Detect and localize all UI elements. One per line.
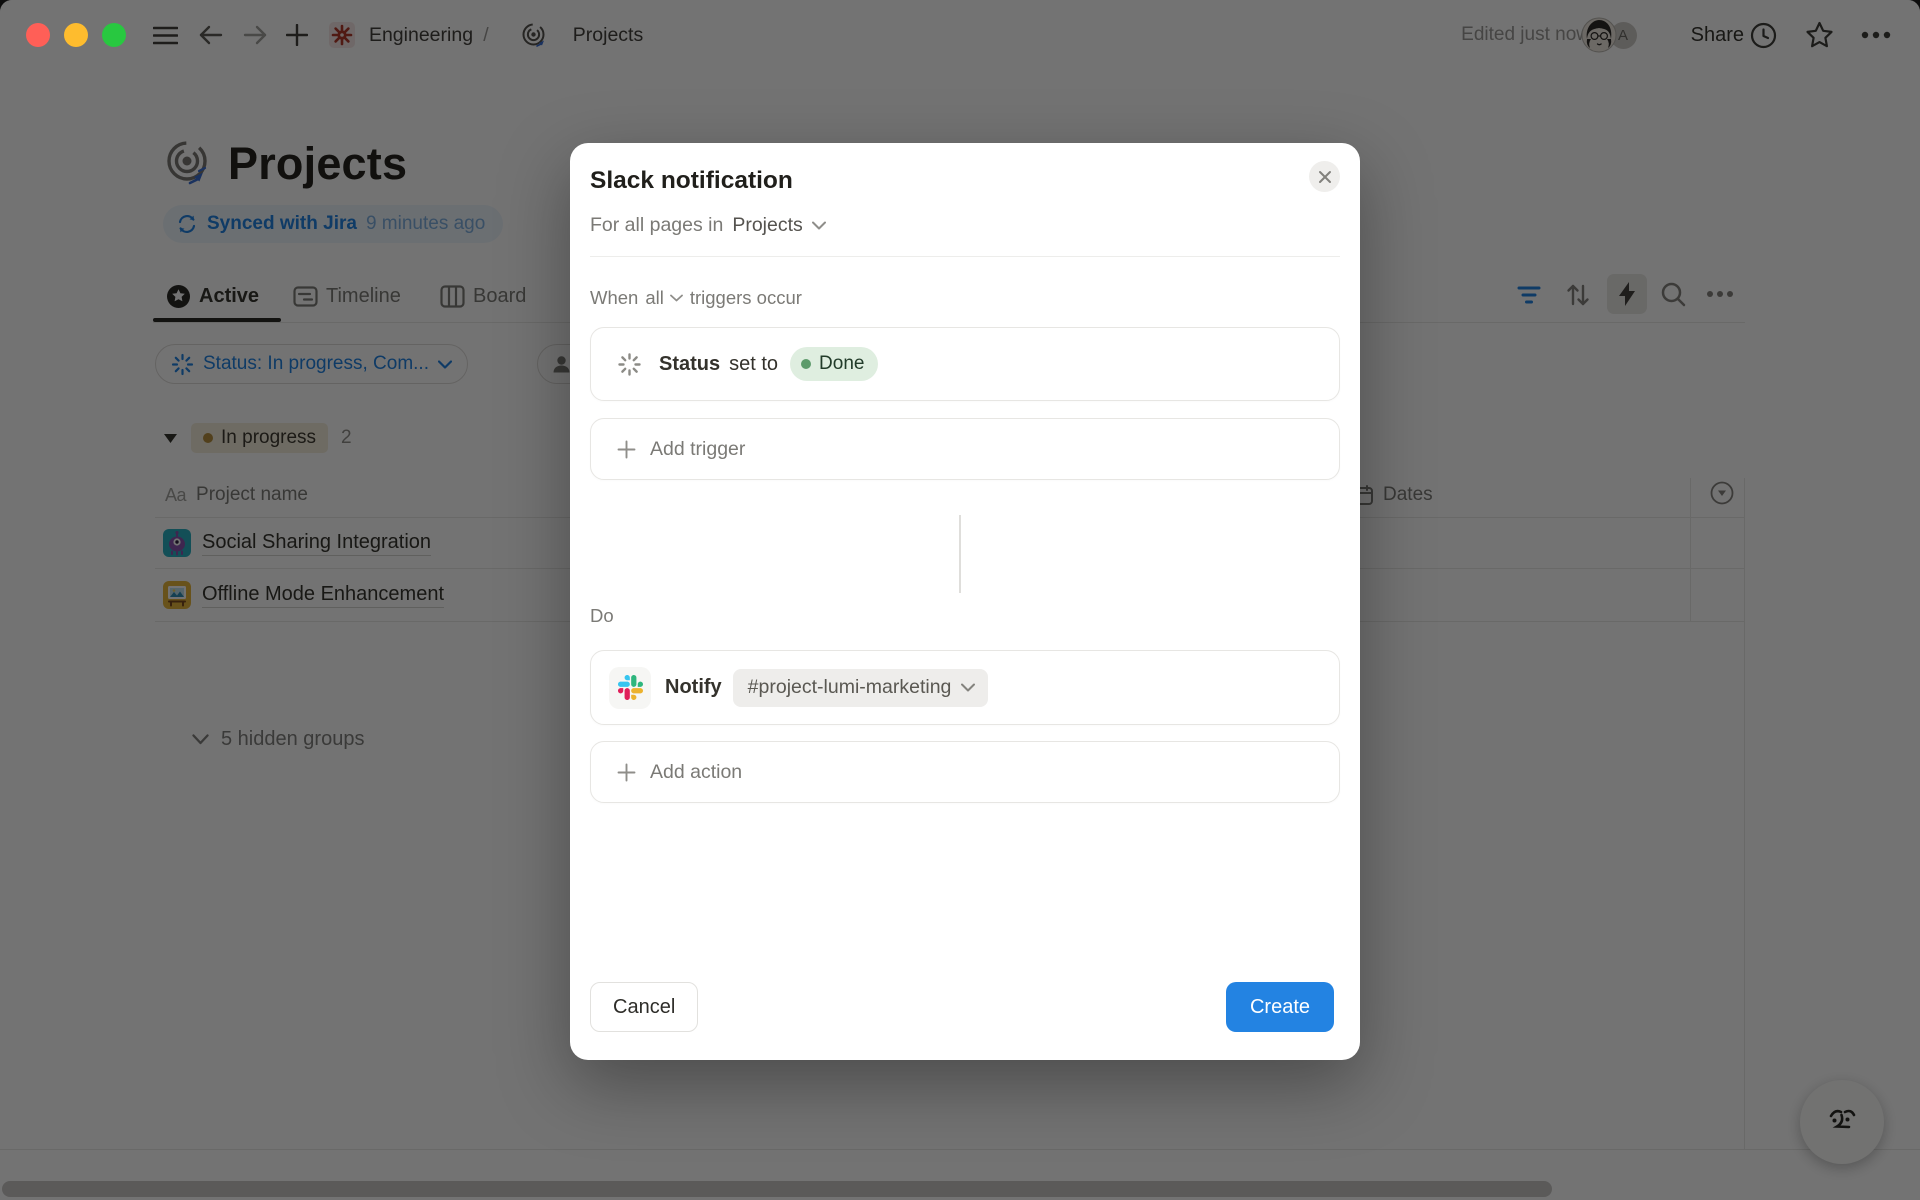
close-icon bbox=[1318, 170, 1332, 184]
do-label: Do bbox=[590, 605, 614, 627]
status-value-pill[interactable]: Done bbox=[790, 347, 878, 381]
cancel-button[interactable]: Cancel bbox=[590, 982, 698, 1032]
flow-connector bbox=[959, 515, 961, 593]
add-action-button[interactable]: Add action bbox=[590, 741, 1340, 803]
close-button[interactable] bbox=[1309, 161, 1340, 192]
plus-icon bbox=[617, 440, 636, 459]
action-card[interactable]: Notify #project-lumi-marketing bbox=[590, 650, 1340, 725]
modal-scope[interactable]: For all pages in Projects bbox=[590, 211, 826, 239]
zoom-window-button[interactable] bbox=[102, 23, 126, 47]
chevron-down-icon bbox=[961, 683, 975, 692]
when-all-dropdown[interactable]: all bbox=[645, 287, 683, 309]
minimize-window-button[interactable] bbox=[64, 23, 88, 47]
channel-select[interactable]: #project-lumi-marketing bbox=[733, 669, 989, 707]
when-condition: When all triggers occur bbox=[590, 285, 802, 311]
close-window-button[interactable] bbox=[26, 23, 50, 47]
modal-divider bbox=[590, 256, 1340, 257]
create-button[interactable]: Create bbox=[1226, 982, 1334, 1032]
chevron-down-icon bbox=[670, 294, 683, 302]
slack-notification-modal: Slack notification For all pages in Proj… bbox=[570, 143, 1360, 1060]
modal-title: Slack notification bbox=[590, 167, 793, 195]
slack-icon bbox=[609, 667, 651, 709]
add-trigger-button[interactable]: Add trigger bbox=[590, 418, 1340, 480]
traffic-lights bbox=[26, 23, 126, 47]
chevron-down-icon bbox=[812, 221, 826, 230]
plus-icon bbox=[617, 763, 636, 782]
status-spinner-icon bbox=[617, 352, 642, 377]
trigger-card[interactable]: Status set to Done bbox=[590, 327, 1340, 401]
done-status-dot bbox=[801, 359, 811, 369]
